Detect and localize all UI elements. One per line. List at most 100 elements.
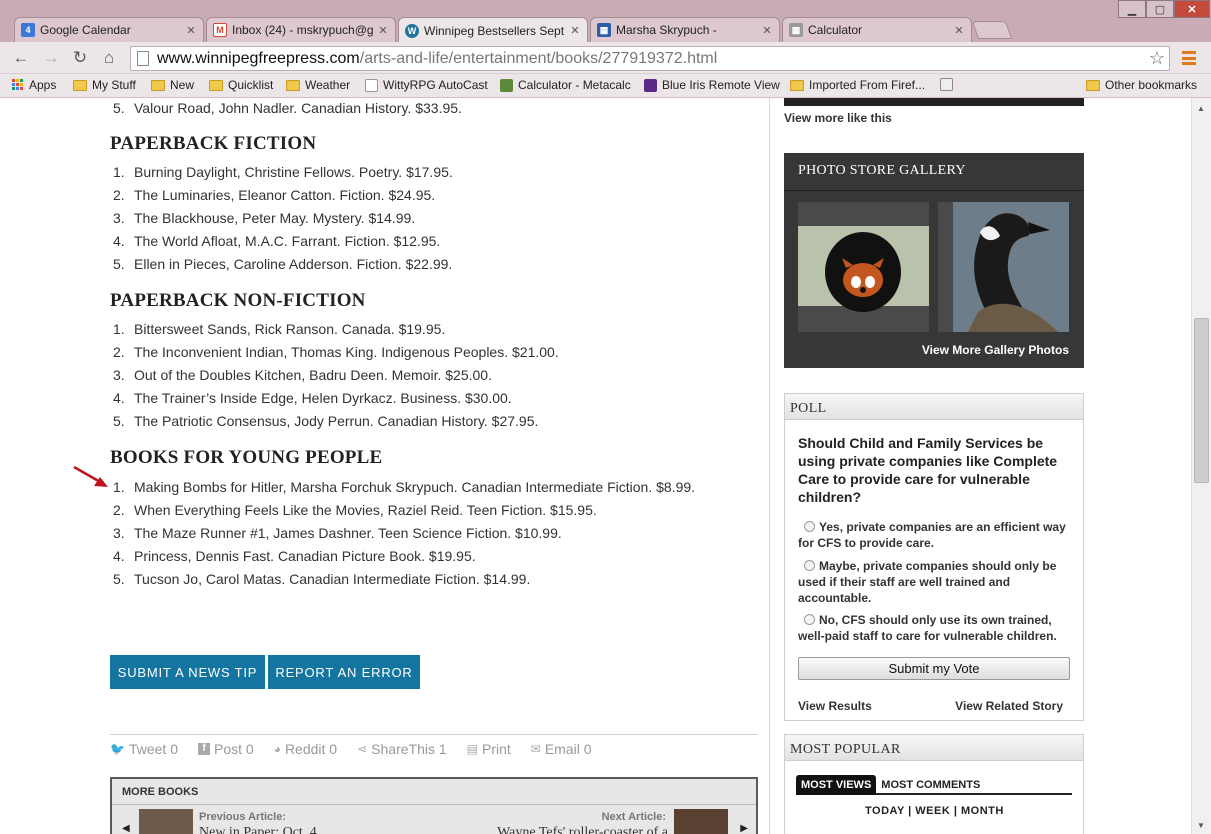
view-more-gallery-link[interactable]: View More Gallery Photos bbox=[922, 343, 1069, 357]
book-entry: Tucson Jo, Carol Matas. Canadian Interme… bbox=[134, 571, 531, 587]
poll-option-maybe[interactable]: Maybe, private companies should only be … bbox=[798, 558, 1073, 606]
tab-title: Marsha Skrypuch - bbox=[616, 23, 717, 37]
chevron-right-icon[interactable]: ▶ bbox=[740, 823, 748, 834]
list-number: 3. bbox=[113, 210, 125, 226]
sharethis-button[interactable]: ⋖ ShareThis 1 bbox=[357, 741, 447, 757]
maximize-icon[interactable]: ▢ bbox=[1146, 0, 1174, 18]
bookmark-star-icon[interactable]: ☆ bbox=[1149, 48, 1165, 69]
filter-week[interactable]: WEEK bbox=[915, 805, 950, 817]
radio-button[interactable] bbox=[804, 560, 815, 571]
share-label: Reddit 0 bbox=[284, 740, 338, 757]
close-tab-icon[interactable]: ✕ bbox=[185, 24, 197, 37]
bookmark-calculator-metacalc[interactable]: Calculator - Metacalc bbox=[500, 78, 631, 92]
more-books-title: MORE BOOKS bbox=[122, 786, 199, 798]
view-results-link[interactable]: View Results bbox=[798, 699, 872, 713]
book-entry: The Trainer’s Inside Edge, Helen Dyrkacz… bbox=[134, 390, 512, 406]
book-entry: Bittersweet Sands, Rick Ranson. Canada. … bbox=[134, 321, 446, 337]
address-bar[interactable]: www.winnipegfreepress.com/arts-and-life/… bbox=[130, 46, 1170, 71]
book-list: 1. Making Bombs for Hitler, Marsha Forchu… bbox=[110, 476, 758, 591]
view-related-story-link[interactable]: View Related Story bbox=[955, 699, 1063, 713]
bookmark-grid[interactable] bbox=[940, 78, 958, 91]
poll-option-no[interactable]: No, CFS should only use its own trained,… bbox=[798, 612, 1073, 644]
next-article-label: Next Article: bbox=[601, 811, 666, 823]
tab-calculator[interactable]: ▦ Calculator ✕ bbox=[782, 17, 972, 42]
list-item: 5. Ellen in Pieces, Caroline Adderson. Fi… bbox=[110, 253, 758, 276]
next-article-link[interactable]: Wayne Tefs' roller-coaster of a bbox=[497, 825, 668, 834]
tab-inbox[interactable]: M Inbox (24) - mskrypuch@g ✕ bbox=[206, 17, 396, 42]
new-tab-button[interactable] bbox=[971, 21, 1013, 39]
flower-icon bbox=[644, 78, 657, 92]
book-entry: The Luminaries, Eleanor Catton. Fiction.… bbox=[134, 187, 436, 203]
forward-arrow-icon[interactable]: → bbox=[40, 48, 62, 68]
close-tab-icon[interactable]: ✕ bbox=[377, 24, 389, 37]
tab-marsha-skrypuch[interactable]: ▦ Marsha Skrypuch - ✕ bbox=[590, 17, 780, 42]
section-heading: PAPERBACK NON-FICTION bbox=[110, 290, 366, 311]
list-item: 5. Valour Road, John Nadler. Canadian His… bbox=[110, 98, 758, 120]
bookmark-imported[interactable]: Imported From Firef... bbox=[790, 78, 925, 92]
bookmark-wittyrpg[interactable]: WittyRPG AutoCast bbox=[365, 78, 488, 92]
previous-article-thumbnail[interactable] bbox=[139, 809, 193, 834]
bookmark-apps[interactable]: Apps bbox=[12, 78, 56, 92]
list-item: 2. The Inconvenient Indian, Thomas King. … bbox=[110, 341, 758, 364]
bookmark-label: Other bookmarks bbox=[1105, 78, 1198, 92]
tab-winnipeg-bestsellers[interactable]: W Winnipeg Bestsellers Sept ✕ bbox=[398, 17, 588, 43]
list-number: 2. bbox=[113, 344, 125, 360]
close-tab-icon[interactable]: ✕ bbox=[569, 24, 581, 37]
submit-news-tip-button[interactable]: SUBMIT A NEWS TIP bbox=[110, 655, 265, 689]
column-divider bbox=[769, 98, 770, 834]
scroll-down-arrow-icon[interactable]: ▼ bbox=[1197, 821, 1205, 830]
close-tab-icon[interactable]: ✕ bbox=[953, 24, 965, 37]
book-entry: When Everything Feels Like the Movies, R… bbox=[134, 502, 597, 518]
previous-article-link[interactable]: New in Paper: Oct. 4 bbox=[199, 825, 317, 834]
book-entry: The Patriotic Consensus, Jody Perrun. Ca… bbox=[134, 413, 539, 429]
scrollbar-thumb[interactable] bbox=[1194, 318, 1209, 483]
tab-most-comments[interactable]: MOST COMMENTS bbox=[876, 775, 985, 795]
email-button[interactable]: ✉ Email 0 bbox=[531, 741, 592, 757]
book-list: 5. Valour Road, John Nadler. Canadian His… bbox=[110, 98, 758, 120]
chevron-left-icon[interactable]: ◀ bbox=[122, 823, 130, 834]
grid-icon: ▦ bbox=[597, 23, 611, 37]
gallery-photo-red-panda[interactable] bbox=[798, 202, 929, 332]
share-bar: 🐦 Tweet 0 f Post 0 ◕ Reddit 0 ⋖ ShareThis 1 … bbox=[110, 734, 758, 762]
close-window-icon[interactable]: ✕ bbox=[1174, 0, 1210, 18]
scroll-up-arrow-icon[interactable]: ▲ bbox=[1197, 104, 1205, 113]
radio-button[interactable] bbox=[804, 614, 815, 625]
next-article-thumbnail[interactable] bbox=[674, 809, 728, 834]
bookmark-quicklist[interactable]: Quicklist bbox=[209, 78, 273, 92]
reload-icon[interactable]: ↻ bbox=[69, 48, 91, 68]
vertical-scrollbar[interactable]: ▲ ▼ bbox=[1191, 98, 1211, 834]
bookmark-weather[interactable]: Weather bbox=[286, 78, 350, 92]
home-icon[interactable]: ⌂ bbox=[98, 48, 120, 68]
bookmark-other[interactable]: Other bookmarks bbox=[1086, 78, 1197, 92]
minimize-icon[interactable]: ▁ bbox=[1118, 0, 1146, 18]
list-number: 3. bbox=[113, 525, 125, 541]
folder-icon bbox=[73, 79, 87, 91]
back-arrow-icon[interactable]: ← bbox=[10, 48, 32, 68]
filter-month[interactable]: MONTH bbox=[961, 805, 1004, 817]
reddit-button[interactable]: ◕ Reddit 0 bbox=[274, 741, 337, 757]
tab-google-calendar[interactable]: 4 Google Calendar ✕ bbox=[14, 17, 204, 42]
radio-button[interactable] bbox=[804, 521, 815, 532]
folder-icon bbox=[151, 79, 165, 91]
view-more-link[interactable]: View more like this bbox=[784, 111, 892, 125]
book-entry: Out of the Doubles Kitchen, Badru Deen. … bbox=[134, 367, 492, 383]
poll-option-yes[interactable]: Yes, private companies are an efficient … bbox=[798, 519, 1073, 551]
book-entry: Valour Road, John Nadler. Canadian Histo… bbox=[134, 100, 462, 116]
gallery-photo-goose[interactable] bbox=[938, 202, 1069, 332]
more-books-panel: MORE BOOKS ◀ Previous Article: New in Pa… bbox=[110, 777, 758, 834]
most-popular-title: MOST POPULAR bbox=[785, 735, 1083, 761]
report-error-button[interactable]: REPORT AN ERROR bbox=[268, 655, 420, 689]
tab-strip: 4 Google Calendar ✕ M Inbox (24) - mskry… bbox=[0, 0, 1211, 43]
bookmark-blue-iris[interactable]: Blue Iris Remote View bbox=[644, 78, 780, 92]
close-tab-icon[interactable]: ✕ bbox=[761, 24, 773, 37]
tab-most-views[interactable]: MOST VIEWS bbox=[796, 775, 877, 795]
bookmark-my-stuff[interactable]: My Stuff bbox=[73, 78, 136, 92]
bookmark-new[interactable]: New bbox=[151, 78, 194, 92]
facebook-post-button[interactable]: f Post 0 bbox=[197, 741, 254, 757]
tweet-button[interactable]: 🐦 Tweet 0 bbox=[110, 741, 178, 757]
filter-today[interactable]: TODAY bbox=[865, 805, 905, 817]
submit-vote-button[interactable]: Submit my Vote bbox=[798, 657, 1070, 680]
share-label: Email 0 bbox=[544, 740, 592, 757]
chrome-menu-icon[interactable] bbox=[1182, 51, 1196, 65]
print-button[interactable]: ▤ Print bbox=[467, 741, 511, 757]
